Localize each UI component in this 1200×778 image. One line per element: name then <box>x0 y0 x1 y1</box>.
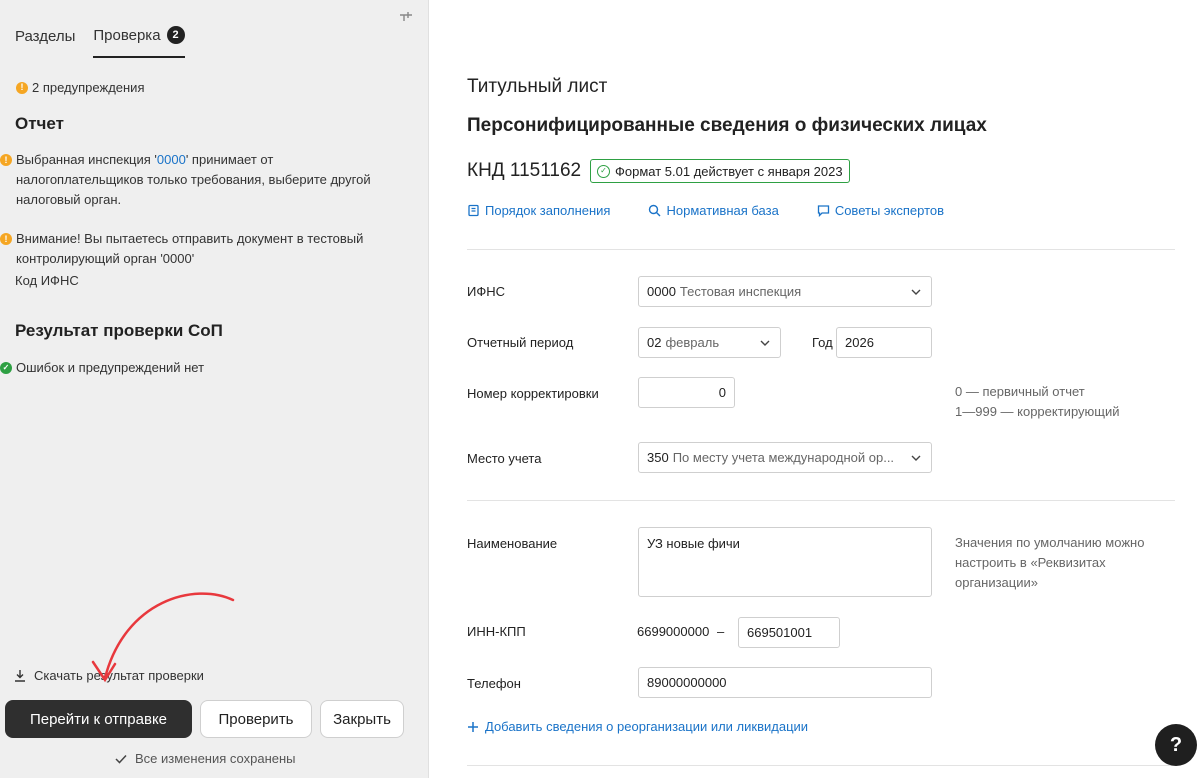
report-heading: Отчет <box>15 114 64 133</box>
page-subtitle: Титульный лист <box>467 76 608 97</box>
chat-icon <box>817 205 829 217</box>
correction-label: Номер корректировки <box>467 386 599 401</box>
check-circle-icon: ✓ <box>597 164 610 178</box>
check-panel: Разделы Проверка 2 ! 2 предупреждения От… <box>0 0 429 778</box>
warning-icon: ! <box>16 81 28 94</box>
chevron-down-icon <box>910 452 922 464</box>
phone-input[interactable]: 89000000000 <box>638 667 932 698</box>
name-label: Наименование <box>467 536 558 551</box>
save-status-text: Все изменения сохранены <box>135 751 296 766</box>
section-divider <box>467 500 1175 501</box>
format-badge: ✓ Формат 5.01 действует с января 2023 <box>590 159 850 183</box>
page-title: Персонифицированные сведения о физически… <box>467 115 987 136</box>
chevron-down-icon <box>760 340 770 346</box>
ifns-select[interactable]: 0000 Тестовая инспекция <box>638 276 932 307</box>
form-panel: Титульный лист Персонифицированные сведе… <box>430 0 1200 778</box>
period-label: Отчетный период <box>467 335 574 350</box>
inn-kpp-separator: – <box>716 624 725 639</box>
period-select[interactable]: 02 февраль <box>638 327 781 358</box>
place-label: Место учета <box>467 451 542 466</box>
plus-icon <box>468 721 478 732</box>
search-icon <box>649 204 661 217</box>
warnings-summary-text: 2 предупреждения <box>32 80 145 95</box>
tab-check-badge: 2 <box>166 26 185 44</box>
code-ifns-label: Код ИФНС <box>15 273 79 288</box>
name-hint: Значения по умолчанию можно настроить в … <box>955 535 1145 590</box>
correction-input[interactable]: 0 <box>638 377 735 408</box>
tab-check[interactable]: Проверка 2 <box>93 26 185 58</box>
phone-label: Телефон <box>467 676 521 691</box>
place-select[interactable]: 350 По месту учета международной ор... <box>638 442 932 473</box>
section-divider <box>467 765 1175 766</box>
result-ok-message: ✓ Ошибок и предупреждений нет <box>0 358 400 378</box>
inspection-link[interactable]: 0000 <box>157 152 186 167</box>
ifns-label: ИФНС <box>467 284 506 299</box>
tab-check-label: Проверка <box>93 26 161 44</box>
format-badge-text: Формат 5.01 действует с января 2023 <box>615 163 843 179</box>
inn-value: 6699000000 – <box>637 624 725 639</box>
warning-text: Внимание! Вы пытаетесь отправить докумен… <box>16 231 364 266</box>
result-heading: Результат проверки СоП <box>15 321 223 340</box>
panel-tabs: Разделы Проверка 2 <box>15 26 185 58</box>
help-icon[interactable]: ? <box>1155 724 1197 766</box>
tab-sections[interactable]: Разделы <box>15 26 75 58</box>
fill-order-link[interactable]: Порядок заполнения <box>467 203 610 218</box>
name-textarea[interactable]: УЗ новые фичи <box>638 527 932 597</box>
correction-hint: 0 — первичный отчет 1—999 — корректирующ… <box>955 384 1120 419</box>
year-label: Год <box>812 335 833 350</box>
warning-message-test-authority: ! Внимание! Вы пытаетесь отправить докум… <box>0 229 400 269</box>
book-icon <box>468 204 479 217</box>
save-status: Все изменения сохранены <box>115 751 296 766</box>
knd-code: КНД 1151162 <box>467 160 582 181</box>
add-reorganization-link[interactable]: Добавить сведения о реорганизации или ли… <box>467 719 808 734</box>
warning-text: Выбранная инспекция '0000' принимает от … <box>16 152 371 207</box>
download-icon <box>15 670 25 682</box>
check-button[interactable]: Проверить <box>200 700 312 738</box>
warning-icon: ! <box>0 233 12 245</box>
chevron-down-icon <box>911 289 921 295</box>
success-icon: ✓ <box>0 362 12 374</box>
kpp-input[interactable]: 669501001 <box>738 617 840 648</box>
warnings-summary: ! 2 предупреждения <box>16 80 145 95</box>
close-button[interactable]: Закрыть <box>320 700 404 738</box>
check-icon <box>115 754 127 764</box>
download-label: Скачать результат проверки <box>34 668 204 683</box>
inn-kpp-label: ИНН-КПП <box>467 624 526 639</box>
result-ok-text: Ошибок и предупреждений нет <box>16 360 205 375</box>
section-divider <box>467 249 1175 250</box>
help-links: Порядок заполнения Нормативная база Сове… <box>467 203 944 218</box>
warning-icon: ! <box>0 154 12 166</box>
normative-base-link[interactable]: Нормативная база <box>648 203 779 218</box>
tab-sections-label: Разделы <box>15 27 76 45</box>
pin-icon[interactable] <box>397 8 415 26</box>
action-buttons: Перейти к отправке Проверить Закрыть <box>5 700 404 738</box>
go-to-send-button[interactable]: Перейти к отправке <box>5 700 192 738</box>
year-input[interactable]: 2026 <box>836 327 932 358</box>
expert-tips-link[interactable]: Советы экспертов <box>817 203 944 218</box>
download-result-link[interactable]: Скачать результат проверки <box>14 668 204 683</box>
warning-message-inspection: ! Выбранная инспекция '0000' принимает о… <box>0 150 400 210</box>
